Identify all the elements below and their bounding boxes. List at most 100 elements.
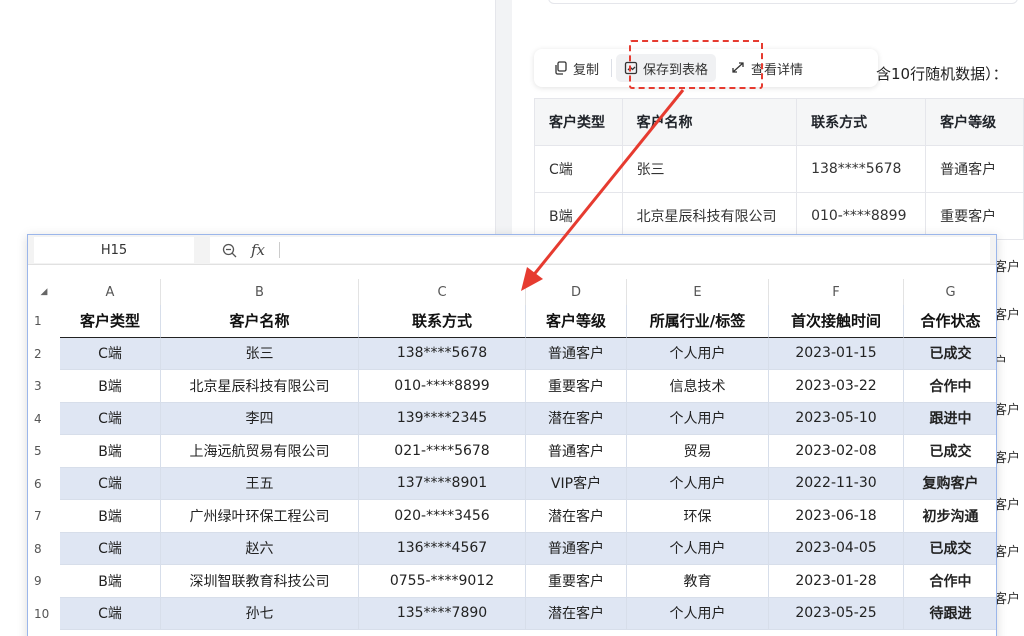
column-header-b[interactable]: B (161, 279, 359, 305)
column-header-d[interactable]: D (526, 279, 627, 305)
table-cell[interactable]: 已成交 (904, 435, 996, 468)
table-cell[interactable]: VIP客户 (526, 467, 627, 500)
table-cell[interactable]: 复购客户 (904, 467, 996, 500)
table-cell[interactable]: 020-****3456 (359, 500, 526, 533)
table-cell[interactable]: 重要客户 (526, 370, 627, 403)
table-cell[interactable]: 合作中 (904, 565, 996, 598)
table-cell[interactable]: 潜在客户 (526, 597, 627, 630)
preview-cell: 138****5678 (796, 145, 927, 193)
table-cell[interactable]: 教育 (627, 565, 769, 598)
table-cell[interactable]: 135****7890 (359, 597, 526, 630)
column-header-g[interactable]: G (904, 279, 996, 305)
column-header-a[interactable]: A (60, 279, 161, 305)
row-number[interactable]: 2 (28, 337, 60, 370)
table-cell[interactable]: 2023-05-25 (769, 597, 904, 630)
table-cell[interactable]: 上海远航贸易有限公司 (161, 435, 359, 468)
table-cell[interactable]: 赵六 (161, 532, 359, 565)
header-cell[interactable]: 客户名称 (161, 305, 359, 338)
row-number[interactable]: 7 (28, 500, 60, 533)
table-cell[interactable]: 合作中 (904, 370, 996, 403)
column-header-c[interactable]: C (359, 279, 526, 305)
table-cell[interactable]: 潜在客户 (526, 500, 627, 533)
row-number[interactable]: 9 (28, 565, 60, 598)
table-cell[interactable]: 个人用户 (627, 337, 769, 370)
table-cell[interactable]: 已成交 (904, 532, 996, 565)
zoom-icon[interactable] (222, 243, 237, 258)
table-cell[interactable]: B端 (60, 435, 161, 468)
table-cell[interactable]: 2023-02-08 (769, 435, 904, 468)
table-cell[interactable]: 个人用户 (627, 467, 769, 500)
table-cell[interactable]: 孙七 (161, 597, 359, 630)
table-cell[interactable]: 0755-****9012 (359, 565, 526, 598)
row-number[interactable]: 8 (28, 532, 60, 565)
table-cell[interactable]: 138****5678 (359, 337, 526, 370)
table-row: 6 C端 王五 137****8901 VIP客户 个人用户 2022-11-30 复购客户 (28, 467, 996, 500)
table-cell[interactable]: 个人用户 (627, 597, 769, 630)
table-cell[interactable]: 137****8901 (359, 467, 526, 500)
table-cell[interactable]: 广州绿叶环保工程公司 (161, 500, 359, 533)
table-cell[interactable]: 2023-06-18 (769, 500, 904, 533)
column-header-f[interactable]: F (769, 279, 904, 305)
table-cell[interactable]: B端 (60, 370, 161, 403)
table-cell[interactable]: B端 (60, 500, 161, 533)
table-cell[interactable]: 个人用户 (627, 402, 769, 435)
table-cell[interactable]: 深圳智联教育科技公司 (161, 565, 359, 598)
table-cell[interactable]: 个人用户 (627, 532, 769, 565)
table-cell[interactable]: 张三 (161, 337, 359, 370)
row-number[interactable]: 5 (28, 435, 60, 468)
table-cell[interactable]: 重要客户 (526, 565, 627, 598)
row-number[interactable]: 10 (28, 597, 60, 630)
header-cell[interactable]: 联系方式 (359, 305, 526, 338)
table-cell[interactable]: 贸易 (627, 435, 769, 468)
table-cell[interactable]: 北京星辰科技有限公司 (161, 370, 359, 403)
row-number[interactable]: 1 (28, 305, 60, 338)
table-row: 9 B端 深圳智联教育科技公司 0755-****9012 重要客户 教育 2023-01-… (28, 565, 996, 598)
select-all-corner[interactable]: ◢ (28, 279, 60, 305)
row-number[interactable]: 4 (28, 402, 60, 435)
table-cell[interactable]: 2023-01-28 (769, 565, 904, 598)
message-input-box[interactable] (548, 0, 1018, 4)
table-cell[interactable]: 李四 (161, 402, 359, 435)
table-cell[interactable]: 已成交 (904, 337, 996, 370)
table-cell[interactable]: 139****2345 (359, 402, 526, 435)
table-row: 2 C端 张三 138****5678 普通客户 个人用户 2023-01-15 已成交 (28, 337, 996, 370)
table-cell[interactable]: C端 (60, 402, 161, 435)
table-cell[interactable]: 2023-03-22 (769, 370, 904, 403)
table-cell[interactable]: C端 (60, 337, 161, 370)
table-cell[interactable]: 跟进中 (904, 402, 996, 435)
table-cell[interactable]: 2023-04-05 (769, 532, 904, 565)
column-header-e[interactable]: E (627, 279, 769, 305)
table-row: 7 B端 广州绿叶环保工程公司 020-****3456 潜在客户 环保 2023-06-1… (28, 500, 996, 533)
table-cell[interactable]: 010-****8899 (359, 370, 526, 403)
table-cell[interactable]: 王五 (161, 467, 359, 500)
table-cell[interactable]: 普通客户 (526, 337, 627, 370)
table-cell[interactable]: C端 (60, 597, 161, 630)
table-cell[interactable]: 2022-11-30 (769, 467, 904, 500)
header-cell[interactable]: 首次接触时间 (769, 305, 904, 338)
header-cell[interactable]: 合作状态 (904, 305, 996, 338)
row-number[interactable]: 3 (28, 370, 60, 403)
table-cell[interactable]: 信息技术 (627, 370, 769, 403)
cell-reference-box[interactable]: H15 (34, 237, 194, 263)
table-cell[interactable]: C端 (60, 532, 161, 565)
row-number[interactable]: 6 (28, 467, 60, 500)
header-cell[interactable]: 客户类型 (60, 305, 161, 338)
table-cell[interactable]: 潜在客户 (526, 402, 627, 435)
table-cell[interactable]: 待跟进 (904, 597, 996, 630)
table-cell[interactable]: 2023-05-10 (769, 402, 904, 435)
formula-input[interactable]: fx (210, 237, 990, 263)
table-cell[interactable]: 136****4567 (359, 532, 526, 565)
table-cell[interactable]: 普通客户 (526, 435, 627, 468)
preview-cell: 重要客户 (925, 192, 1024, 240)
table-cell[interactable]: 初步沟通 (904, 500, 996, 533)
table-cell[interactable]: 021-****5678 (359, 435, 526, 468)
table-cell[interactable]: 环保 (627, 500, 769, 533)
table-cell[interactable]: C端 (60, 467, 161, 500)
table-cell[interactable]: B端 (60, 565, 161, 598)
function-icon[interactable]: fx (251, 241, 265, 259)
table-cell[interactable]: 普通客户 (526, 532, 627, 565)
header-cell[interactable]: 客户等级 (526, 305, 627, 338)
copy-button[interactable]: 复制 (546, 54, 607, 82)
table-cell[interactable]: 2023-01-15 (769, 337, 904, 370)
header-cell[interactable]: 所属行业/标签 (627, 305, 769, 338)
